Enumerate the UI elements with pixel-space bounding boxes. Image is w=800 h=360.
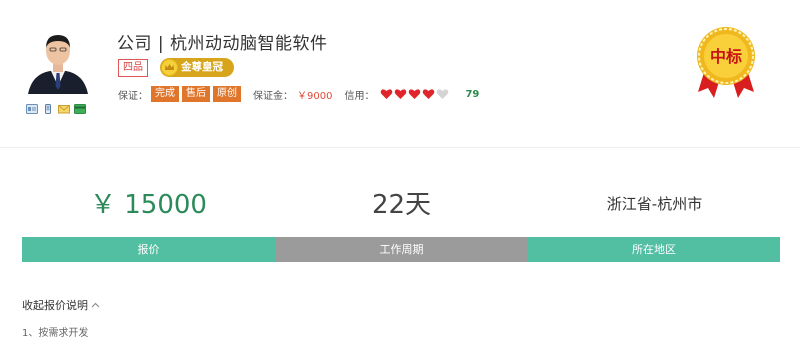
guarantee-row: 保证： 完成 售后 原创 保证金： ￥9000 信用： 79 (118, 86, 479, 102)
medal-text: 中标 (710, 47, 742, 66)
region-label-bar: 所在地区 (528, 237, 780, 262)
email-icon[interactable] (58, 104, 70, 114)
price-label-bar: 报价 (22, 237, 275, 262)
heart-filled-icon (395, 89, 407, 99)
tag-after-sales[interactable]: 售后 (182, 86, 210, 102)
provider-header: 公司 | 杭州动动脑智能软件 四品 金尊皇冠 保证： 完成 售后 原创 保证金：… (0, 0, 800, 148)
heart-filled-icon (409, 89, 421, 99)
contact-icons (26, 104, 86, 114)
period-value: 22天 (371, 190, 432, 220)
crown-icon (161, 59, 178, 76)
avatar[interactable] (22, 26, 94, 94)
heart-filled-icon (381, 89, 393, 99)
company-title[interactable]: 公司 | 杭州动动脑智能软件 (117, 29, 328, 54)
chevron-up-icon (91, 302, 100, 308)
region-value: 浙江省-杭州市 (606, 195, 703, 213)
period-label-bar: 工作周期 (275, 237, 528, 262)
heart-filled-icon (423, 89, 435, 99)
avatar-photo (22, 26, 94, 94)
deposit-label: 保证金： (253, 90, 293, 102)
id-card-icon[interactable] (26, 104, 38, 114)
rank-badge: 四品 (118, 59, 148, 77)
quote-note-item: 1、按需求开发 (22, 328, 89, 339)
phone-icon[interactable] (42, 104, 54, 114)
deposit-value: ￥9000 (297, 90, 333, 102)
crown-badge: 金尊皇冠 (160, 58, 234, 77)
medal-icon: 中标 (697, 27, 755, 98)
credit-score: 79 (465, 88, 480, 100)
credit-label: 信用： (344, 90, 375, 102)
tag-completion[interactable]: 完成 (151, 86, 179, 102)
crown-label: 金尊皇冠 (181, 61, 223, 73)
price-value: ￥ 15000 (90, 190, 207, 220)
tag-original[interactable]: 原创 (213, 86, 241, 102)
winning-bid-medal: 中标 (694, 26, 758, 100)
bank-card-icon[interactable] (74, 104, 86, 114)
collapse-quote-notes-toggle[interactable]: 收起报价说明 (22, 297, 100, 313)
heart-empty-icon (437, 89, 449, 99)
collapse-toggle-label: 收起报价说明 (22, 299, 88, 312)
credit-hearts (380, 88, 449, 100)
guarantee-label: 保证： (118, 90, 148, 102)
